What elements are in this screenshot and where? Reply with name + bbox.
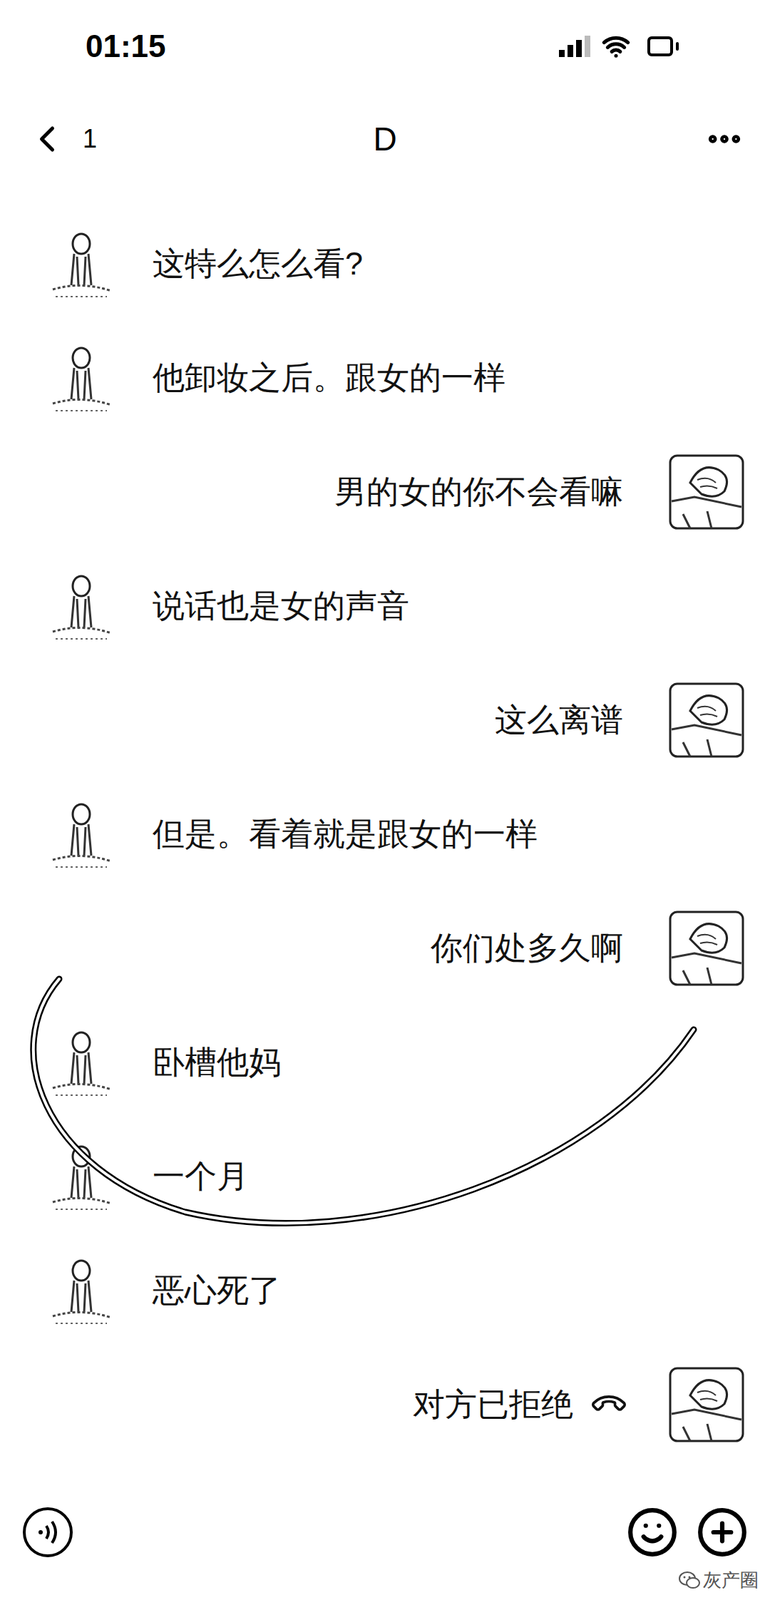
message-row: 一个月 — [0, 1119, 770, 1234]
message-row: 你们处多久啊 — [0, 891, 770, 1006]
message-row: 对方已拒绝 — [0, 1347, 770, 1462]
message-row: 这么离谱 — [0, 663, 770, 778]
message-row: 恶心死了 — [0, 1233, 770, 1348]
contact-avatar[interactable] — [45, 1140, 117, 1213]
status-icons — [558, 29, 685, 64]
contact-avatar[interactable] — [45, 1254, 117, 1327]
watermark: 灰产圈 — [675, 1566, 762, 1595]
message-row: 但是。看着就是跟女的一样 — [0, 777, 770, 892]
input-bar — [0, 1478, 770, 1600]
emoji-icon[interactable] — [625, 1505, 679, 1559]
my-avatar[interactable] — [668, 454, 745, 530]
message-text[interactable]: 卧槽他妈 — [152, 1041, 281, 1084]
message-text[interactable]: 你们处多久啊 — [430, 927, 624, 970]
message-text[interactable]: 这特么怎么看? — [152, 243, 363, 286]
message-text[interactable]: 但是。看着就是跟女的一样 — [152, 813, 538, 856]
message-list: 这特么怎么看? 他卸妆之后。跟女的一样男的女的你不会看嘛说话也是女的声音这么离谱但… — [0, 185, 770, 1479]
message-text[interactable]: 男的女的你不会看嘛 — [334, 471, 624, 514]
my-avatar[interactable] — [668, 910, 745, 987]
chat-title: D — [372, 114, 397, 164]
my-avatar[interactable] — [668, 1366, 745, 1443]
status-bar: 01:15 — [0, 0, 770, 93]
contact-avatar[interactable] — [45, 228, 117, 300]
contact-avatar[interactable] — [45, 342, 117, 414]
call-record[interactable]: 对方已拒绝 — [412, 1383, 624, 1426]
contact-avatar[interactable] — [45, 570, 117, 642]
status-time: 01:15 — [85, 22, 167, 70]
message-text[interactable]: 一个月 — [152, 1155, 249, 1198]
signal-icon — [558, 35, 591, 58]
chat-screen: 01:151D这特么怎么看?他卸妆之后。跟女的一样男的女的你不会看嘛说话也是女的… — [0, 0, 770, 1600]
voice-input-icon[interactable] — [21, 1505, 75, 1559]
message-row: 他卸妆之后。跟女的一样 — [0, 320, 770, 435]
message-row: 卧槽他妈 — [0, 1005, 770, 1120]
message-row: 男的女的你不会看嘛 — [0, 434, 770, 549]
back-button[interactable]: 1 — [25, 117, 97, 161]
message-row: 说话也是女的声音 — [0, 548, 770, 664]
hand-drawn-mark — [0, 0, 770, 1600]
wechat-logo-icon — [678, 1571, 701, 1590]
battery-icon — [641, 29, 685, 64]
contact-avatar[interactable] — [45, 798, 117, 870]
unread-count: 1 — [82, 119, 97, 159]
contact-avatar[interactable] — [45, 1026, 117, 1098]
message-text[interactable]: 这么离谱 — [494, 699, 624, 742]
message-text[interactable]: 恶心死了 — [152, 1269, 281, 1312]
hang-up-icon — [588, 1384, 630, 1426]
message-text[interactable]: 他卸妆之后。跟女的一样 — [152, 357, 506, 400]
more-icon[interactable] — [704, 119, 745, 159]
message-text[interactable]: 说话也是女的声音 — [152, 585, 410, 628]
message-row: 这特么怎么看? — [0, 206, 770, 321]
chat-header: 1D — [0, 92, 770, 186]
my-avatar[interactable] — [668, 682, 745, 758]
plus-icon[interactable] — [695, 1505, 749, 1559]
back-icon — [25, 117, 69, 161]
input-actions — [625, 1505, 749, 1559]
wifi-icon — [601, 32, 631, 61]
